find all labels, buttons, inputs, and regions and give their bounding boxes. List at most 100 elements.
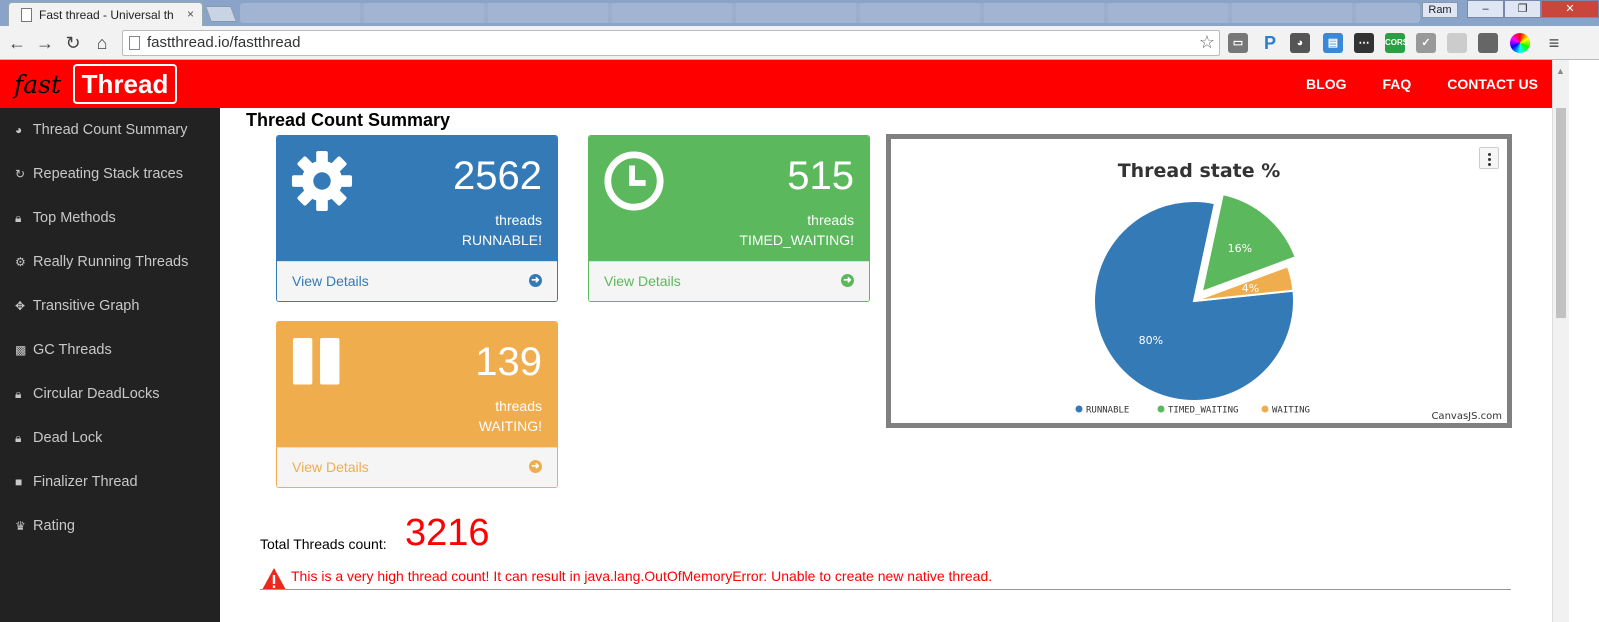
browser-tabstrip: Fast thread - Universal th × Ram – ❐ ✕	[0, 0, 1599, 26]
page-icon	[21, 8, 32, 22]
extension-square-icon[interactable]	[1478, 33, 1498, 53]
back-arrow-icon[interactable]: ←	[6, 32, 28, 54]
background-tabs[interactable]	[240, 3, 1420, 23]
logo-fast: fast	[14, 70, 62, 99]
arrow-circle-right-icon: ➜	[529, 460, 542, 473]
nav-blog[interactable]: BLOG	[1306, 76, 1346, 92]
legend-marker	[1075, 405, 1083, 413]
top-nav: BLOG FAQ CONTACT US	[1306, 60, 1538, 108]
forward-arrow-icon[interactable]: →	[34, 32, 56, 54]
runnable-panel: 2562 threads RUNNABLE! View Details ➜	[276, 135, 558, 302]
waiting-count: 139	[475, 340, 542, 384]
cast-icon[interactable]: ▭	[1228, 33, 1248, 53]
tab-title: Fast thread - Universal th	[39, 8, 174, 22]
waiting-state: WAITING!	[478, 418, 542, 434]
legend-item-timed-waiting[interactable]: TIMED_WAITING	[1168, 406, 1238, 416]
gear-icon	[291, 150, 353, 212]
speedometer-icon[interactable]: ◕	[1290, 33, 1310, 53]
color-picker-icon[interactable]	[1510, 33, 1530, 53]
timed-waiting-view-details[interactable]: View Details ➜	[589, 261, 869, 301]
divider	[260, 589, 1511, 590]
stop-icon: ■	[15, 475, 23, 489]
runnable-view-details[interactable]: View Details ➜	[277, 261, 557, 301]
legend-item-runnable[interactable]: RUNNABLE	[1086, 406, 1129, 416]
reload-icon[interactable]: ↻	[62, 32, 84, 54]
close-window-button[interactable]: ✕	[1541, 0, 1599, 18]
check-icon[interactable]: ✓	[1416, 33, 1436, 53]
warning-message: This is a very high thread count! It can…	[291, 568, 993, 584]
timed-waiting-count: 515	[787, 154, 854, 198]
nav-faq[interactable]: FAQ	[1382, 76, 1411, 92]
sidebar-item-rating[interactable]: ♛ Rating	[15, 518, 75, 538]
maximize-button[interactable]: ❐	[1504, 0, 1541, 18]
thread-state-chart: Thread state % 80% 16% 4% RUNNABLE TIMED_WA…	[886, 134, 1512, 428]
folder-icon[interactable]: ▤	[1323, 33, 1343, 53]
legend-marker	[1157, 405, 1165, 413]
chart-title: Thread state %	[1118, 160, 1281, 182]
extension-icon[interactable]	[1447, 33, 1467, 53]
user-badge[interactable]: Ram	[1422, 2, 1458, 18]
runnable-state: RUNNABLE!	[461, 232, 542, 248]
sidebar-item-finalizer-thread[interactable]: ■ Finalizer Thread	[15, 474, 138, 494]
chart-credit[interactable]: CanvasJS.com	[1431, 411, 1502, 422]
waiting-unit: threads	[495, 398, 542, 414]
sidebar-item-circular-deadlocks[interactable]: 🔒︎ Circular DeadLocks	[15, 386, 160, 406]
trash-icon: ▩	[15, 343, 27, 357]
waiting-panel: 139 threads WAITING! View Details ➜	[276, 321, 558, 488]
browser-toolbar: ← → ↻ ⌂ fastthread.io/fastthread ☆ ▭ P ◕…	[0, 26, 1599, 60]
sidebar-item-really-running-threads[interactable]: ⚙ Really Running Threads	[15, 254, 188, 274]
url-input[interactable]: fastthread.io/fastthread ☆	[122, 30, 1220, 56]
sidebar-item-transitive-graph[interactable]: ✥ Transitive Graph	[15, 298, 139, 318]
page-title: Thread Count Summary	[246, 110, 451, 130]
dots-extension-icon[interactable]: ⋯	[1354, 33, 1374, 53]
sidebar-item-top-methods[interactable]: 🔒︎ Top Methods	[15, 210, 116, 230]
home-icon[interactable]: ⌂	[91, 32, 113, 54]
chart-menu-button[interactable]	[1479, 147, 1499, 169]
pie-chart-svg: Thread state % 80% 16% 4% RUNNABLE TIMED_WA…	[1075, 160, 1502, 422]
window-controls: – ❐ ✕	[1467, 0, 1599, 20]
runnable-count: 2562	[453, 154, 542, 198]
arrow-circle-right-icon: ➜	[529, 274, 542, 287]
arrow-circle-right-icon: ➜	[841, 274, 854, 287]
tab-close-icon[interactable]: ×	[187, 7, 194, 21]
pie-label-waiting: 4%	[1242, 282, 1259, 295]
sidebar-item-repeating-stack-traces[interactable]: ↻ Repeating Stack traces	[15, 166, 183, 186]
new-tab-button[interactable]	[205, 6, 237, 22]
browser-tab-active[interactable]: Fast thread - Universal th ×	[8, 2, 203, 26]
pie-label-timed-waiting: 16%	[1228, 242, 1252, 255]
lock-icon: 🔒︎	[15, 211, 22, 225]
total-threads-value: 3216	[405, 512, 490, 554]
site-header: fast Thread BLOG FAQ CONTACT US	[0, 60, 1552, 108]
lock-icon: 🔒︎	[15, 387, 22, 401]
view-details-link[interactable]: View Details	[292, 459, 369, 475]
sidebar-item-thread-count-summary[interactable]: ◕ Thread Count Summary	[15, 122, 188, 142]
total-threads-label: Total Threads count:	[260, 536, 387, 552]
lock-icon: 🔒︎	[15, 431, 22, 445]
dashboard-icon: ◕	[15, 123, 23, 137]
timed-waiting-unit: threads	[807, 212, 854, 228]
view-details-link[interactable]: View Details	[292, 273, 369, 289]
minimize-button[interactable]: –	[1467, 0, 1504, 18]
page-scrollbar[interactable]: ▲	[1552, 60, 1569, 622]
legend-marker	[1261, 405, 1269, 413]
star-icon[interactable]: ☆	[1199, 32, 1215, 53]
nav-contact-us[interactable]: CONTACT US	[1447, 76, 1538, 92]
pushbullet-icon[interactable]: P	[1260, 33, 1280, 53]
runnable-unit: threads	[495, 212, 542, 228]
scrollbar-thumb[interactable]	[1556, 108, 1566, 318]
timed-waiting-panel: 515 threads TIMED_WAITING! View Details …	[588, 135, 870, 302]
sidebar-item-dead-lock[interactable]: 🔒︎ Dead Lock	[15, 430, 102, 450]
scroll-up-icon[interactable]: ▲	[1556, 66, 1565, 76]
trophy-icon: ♛	[15, 519, 26, 533]
legend-item-waiting[interactable]: WAITING	[1272, 406, 1310, 416]
sidebar-item-gc-threads[interactable]: ▩ GC Threads	[15, 342, 112, 362]
waiting-view-details[interactable]: View Details ➜	[277, 447, 557, 487]
menu-icon[interactable]: ≡	[1543, 32, 1565, 54]
crosshair-icon: ✥	[15, 299, 26, 313]
cors-icon[interactable]: CORS	[1385, 33, 1408, 53]
pause-icon	[292, 337, 340, 385]
clock-icon	[604, 151, 664, 211]
view-details-link[interactable]: View Details	[604, 273, 681, 289]
pie-label-runnable: 80%	[1139, 334, 1163, 347]
refresh-icon: ↻	[15, 167, 26, 181]
